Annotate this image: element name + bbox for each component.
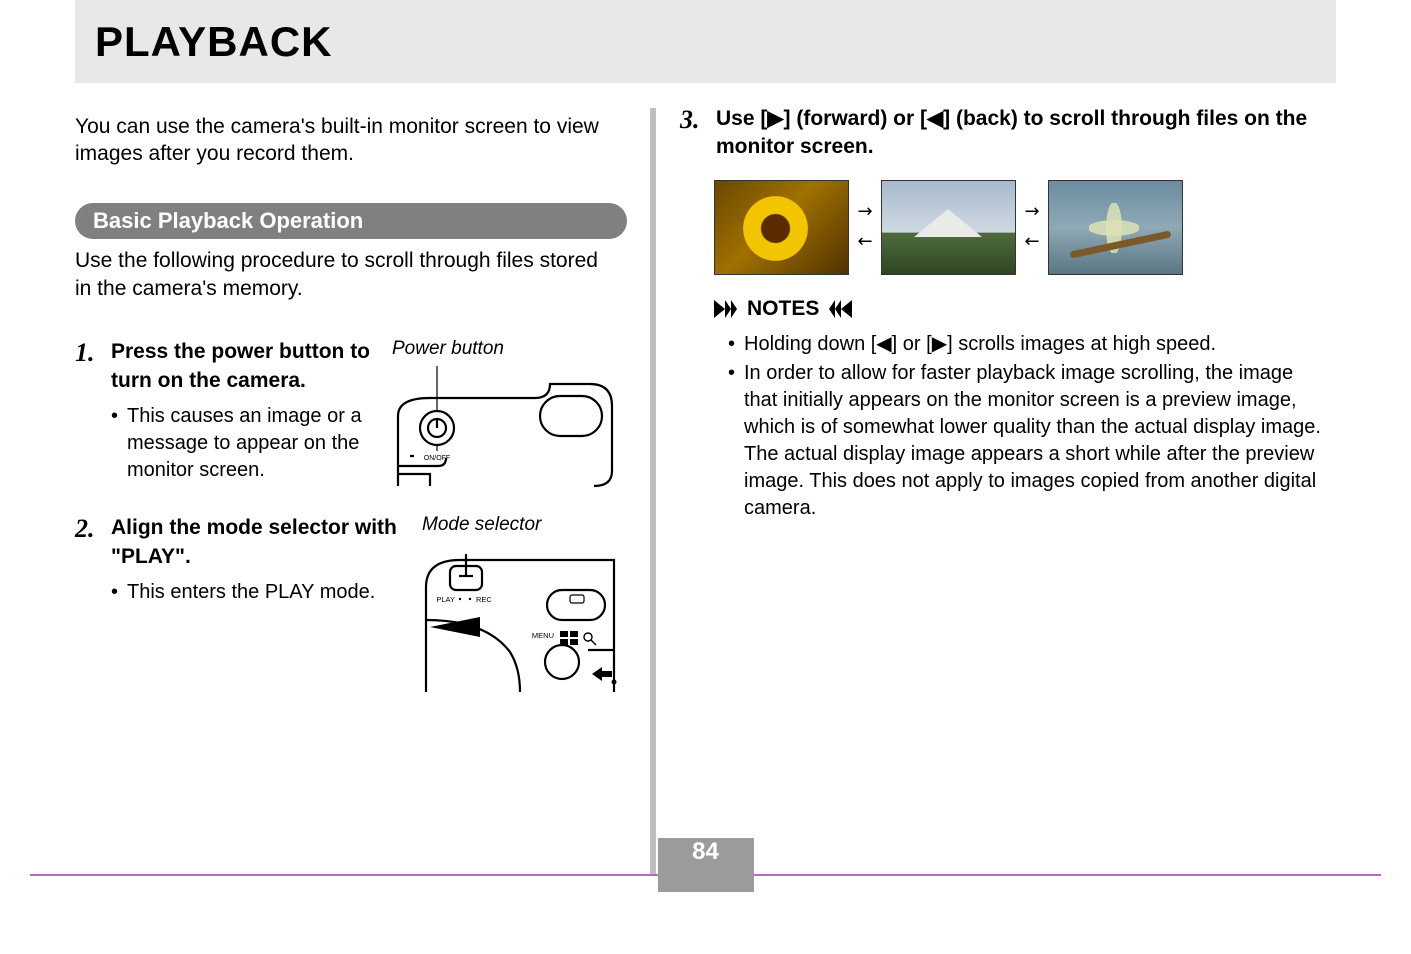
step-title: Press the power button to turn on the ca… (111, 338, 372, 395)
arrow-right-icon: → (857, 203, 872, 221)
title-bar: PLAYBACK (75, 0, 1336, 83)
notes-item: Holding down [◀] or [▶] scrolls images a… (728, 331, 1331, 358)
notes-list: Holding down [◀] or [▶] scrolls images a… (728, 331, 1331, 522)
step-bullet: This causes an image or a message to app… (111, 403, 372, 484)
step-2: 2. Align the mode selector with "PLAY". … (75, 514, 620, 692)
figure-power-button: Power button (390, 338, 620, 496)
figure-label: Mode selector (422, 514, 620, 536)
section-heading: Basic Playback Operation (75, 203, 627, 239)
step-title: Use [▶] (forward) or [◀] (back) to scrol… (716, 105, 1331, 162)
scroll-arrows: → ← (849, 203, 881, 251)
step-number: 3. (680, 105, 716, 162)
triangle-right-icon (714, 300, 737, 318)
rec-label: REC (476, 595, 492, 604)
step-title: Align the mode selector with "PLAY". (111, 514, 402, 571)
step-3: 3. Use [▶] (forward) or [◀] (back) to sc… (680, 105, 1331, 162)
manual-page: PLAYBACK You can use the camera's built-… (0, 0, 1411, 954)
thumbnail-dragonfly (1048, 180, 1183, 275)
left-column: You can use the camera's built-in monito… (0, 105, 640, 886)
camera-top-diagram: ON/OFF (390, 366, 620, 496)
arrow-right-icon: → (1024, 203, 1039, 221)
notes-heading: NOTES (714, 297, 1331, 321)
section-description: Use the following procedure to scroll th… (75, 247, 620, 304)
step-bullet: This enters the PLAY mode. (111, 579, 402, 606)
figure-label: Power button (392, 338, 620, 360)
thumbnail-mountain (881, 180, 1016, 275)
page-title: PLAYBACK (95, 18, 332, 66)
thumbnail-flower (714, 180, 849, 275)
notes-item: In order to allow for faster playback im… (728, 360, 1331, 522)
play-label: PLAY (436, 595, 455, 604)
arrow-left-icon: ← (857, 233, 872, 251)
figure-mode-selector: Mode selector (420, 514, 620, 692)
scroll-arrows: → ← (1016, 203, 1048, 251)
menu-label: MENU (532, 631, 554, 640)
triangle-left-icon (829, 300, 852, 318)
intro-text: You can use the camera's built-in monito… (75, 113, 620, 168)
content-area: You can use the camera's built-in monito… (0, 105, 1411, 886)
camera-back-diagram: PLAY REC MENU (420, 542, 620, 692)
image-scroll-strip: → ← → ← (714, 180, 1331, 275)
step-1: 1. Press the power button to turn on the… (75, 338, 620, 496)
step-number: 2. (75, 514, 111, 692)
step-number: 1. (75, 338, 111, 496)
right-column: 3. Use [▶] (forward) or [◀] (back) to sc… (640, 105, 1411, 886)
notes-title: NOTES (747, 297, 819, 321)
arrow-left-icon: ← (1024, 233, 1039, 251)
page-number: 84 (658, 838, 754, 892)
on-off-label: ON/OFF (424, 455, 450, 462)
